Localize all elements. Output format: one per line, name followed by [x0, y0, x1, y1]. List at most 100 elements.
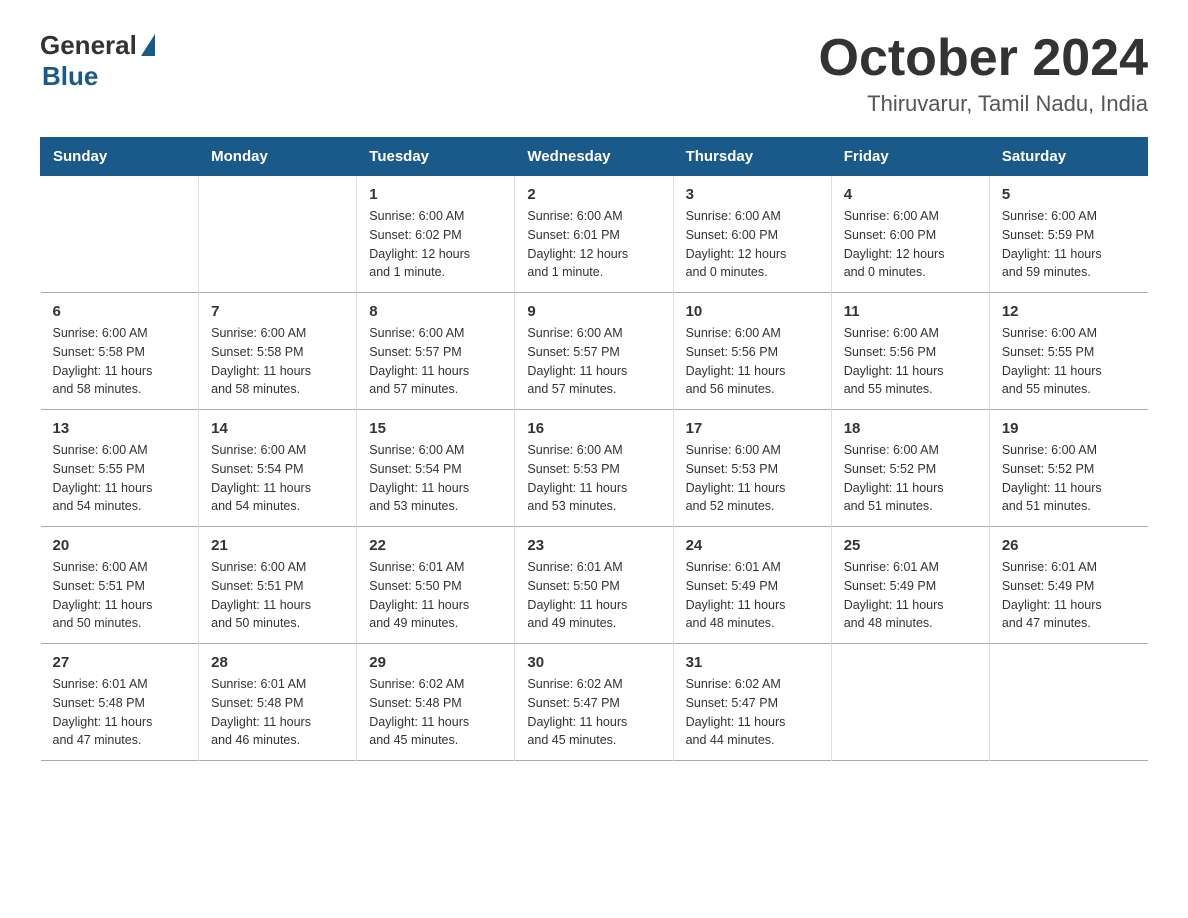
day-cell: 17 Sunrise: 6:00 AM Sunset: 5:53 PM Dayli…: [673, 410, 831, 527]
day-cell: [831, 644, 989, 761]
header-cell-thursday: Thursday: [673, 138, 831, 176]
day-cell: 7Sunrise: 6:00 AM Sunset: 5:58 PM Daylig…: [199, 293, 357, 410]
day-info: Sunrise: 6:00 AM Sunset: 5:54 PM Dayligh…: [369, 441, 502, 516]
day-info: Sunrise: 6:02 AM Sunset: 5:47 PM Dayligh…: [686, 675, 819, 750]
day-info: Sunrise: 6:00 AM Sunset: 5:51 PM Dayligh…: [53, 558, 187, 633]
month-title: October 2024: [819, 30, 1149, 87]
day-number: 29: [369, 654, 502, 671]
calendar-table: SundayMondayTuesdayWednesdayThursdayFrid…: [40, 137, 1148, 761]
day-cell: 9Sunrise: 6:00 AM Sunset: 5:57 PM Daylig…: [515, 293, 673, 410]
day-info: Sunrise: 6:00 AM Sunset: 5:51 PM Dayligh…: [211, 558, 344, 633]
calendar-body: 1 Sunrise: 6:00 AM Sunset: 6:02 PM Daylig…: [41, 176, 1148, 761]
day-cell: 2 Sunrise: 6:00 AM Sunset: 6:01 PM Daylig…: [515, 176, 673, 293]
day-cell: 10 Sunrise: 6:00 AM Sunset: 5:56 PM Dayli…: [673, 293, 831, 410]
day-cell: [989, 644, 1147, 761]
day-number: 12: [1002, 303, 1136, 320]
day-info: Sunrise: 6:00 AM Sunset: 5:56 PM Dayligh…: [686, 324, 819, 399]
day-cell: 8Sunrise: 6:00 AM Sunset: 5:57 PM Daylig…: [357, 293, 515, 410]
day-info: Sunrise: 6:01 AM Sunset: 5:50 PM Dayligh…: [369, 558, 502, 633]
day-info: Sunrise: 6:00 AM Sunset: 5:54 PM Dayligh…: [211, 441, 344, 516]
day-number: 17: [686, 420, 819, 437]
day-number: 31: [686, 654, 819, 671]
day-cell: 24Sunrise: 6:01 AM Sunset: 5:49 PM Dayli…: [673, 527, 831, 644]
day-number: 11: [844, 303, 977, 320]
day-info: Sunrise: 6:00 AM Sunset: 6:00 PM Dayligh…: [686, 207, 819, 282]
logo-blue-text: Blue: [42, 61, 98, 92]
calendar-header: SundayMondayTuesdayWednesdayThursdayFrid…: [41, 138, 1148, 176]
day-info: Sunrise: 6:00 AM Sunset: 5:56 PM Dayligh…: [844, 324, 977, 399]
week-row-1: 1 Sunrise: 6:00 AM Sunset: 6:02 PM Daylig…: [41, 176, 1148, 293]
day-number: 22: [369, 537, 502, 554]
day-info: Sunrise: 6:00 AM Sunset: 6:00 PM Dayligh…: [844, 207, 977, 282]
day-number: 5: [1002, 186, 1136, 203]
header-cell-friday: Friday: [831, 138, 989, 176]
day-number: 19: [1002, 420, 1136, 437]
header-cell-sunday: Sunday: [41, 138, 199, 176]
day-info: Sunrise: 6:01 AM Sunset: 5:50 PM Dayligh…: [527, 558, 660, 633]
day-cell: 3Sunrise: 6:00 AM Sunset: 6:00 PM Daylig…: [673, 176, 831, 293]
day-info: Sunrise: 6:00 AM Sunset: 6:01 PM Dayligh…: [527, 207, 660, 282]
week-row-3: 13Sunrise: 6:00 AM Sunset: 5:55 PM Dayli…: [41, 410, 1148, 527]
day-cell: 15 Sunrise: 6:00 AM Sunset: 5:54 PM Dayli…: [357, 410, 515, 527]
day-cell: 11 Sunrise: 6:00 AM Sunset: 5:56 PM Dayli…: [831, 293, 989, 410]
week-row-2: 6Sunrise: 6:00 AM Sunset: 5:58 PM Daylig…: [41, 293, 1148, 410]
day-number: 24: [686, 537, 819, 554]
day-info: Sunrise: 6:01 AM Sunset: 5:48 PM Dayligh…: [211, 675, 344, 750]
day-info: Sunrise: 6:02 AM Sunset: 5:48 PM Dayligh…: [369, 675, 502, 750]
day-number: 15: [369, 420, 502, 437]
day-number: 28: [211, 654, 344, 671]
day-cell: 26Sunrise: 6:01 AM Sunset: 5:49 PM Dayli…: [989, 527, 1147, 644]
day-number: 21: [211, 537, 344, 554]
logo-general-text: General: [40, 30, 137, 61]
day-info: Sunrise: 6:00 AM Sunset: 5:52 PM Dayligh…: [844, 441, 977, 516]
header-cell-tuesday: Tuesday: [357, 138, 515, 176]
title-area: October 2024 Thiruvarur, Tamil Nadu, Ind…: [819, 30, 1149, 117]
day-info: Sunrise: 6:00 AM Sunset: 5:57 PM Dayligh…: [527, 324, 660, 399]
day-info: Sunrise: 6:00 AM Sunset: 5:52 PM Dayligh…: [1002, 441, 1136, 516]
day-cell: 28 Sunrise: 6:01 AM Sunset: 5:48 PM Dayli…: [199, 644, 357, 761]
day-number: 27: [53, 654, 187, 671]
day-cell: 6Sunrise: 6:00 AM Sunset: 5:58 PM Daylig…: [41, 293, 199, 410]
logo: General Blue: [40, 30, 155, 92]
day-number: 16: [527, 420, 660, 437]
day-number: 13: [53, 420, 187, 437]
day-info: Sunrise: 6:00 AM Sunset: 5:53 PM Dayligh…: [686, 441, 819, 516]
day-cell: 22 Sunrise: 6:01 AM Sunset: 5:50 PM Dayli…: [357, 527, 515, 644]
day-cell: 5 Sunrise: 6:00 AM Sunset: 5:59 PM Daylig…: [989, 176, 1147, 293]
day-cell: 21 Sunrise: 6:00 AM Sunset: 5:51 PM Dayli…: [199, 527, 357, 644]
day-cell: 18Sunrise: 6:00 AM Sunset: 5:52 PM Dayli…: [831, 410, 989, 527]
day-cell: 20Sunrise: 6:00 AM Sunset: 5:51 PM Dayli…: [41, 527, 199, 644]
day-info: Sunrise: 6:00 AM Sunset: 6:02 PM Dayligh…: [369, 207, 502, 282]
day-cell: 29 Sunrise: 6:02 AM Sunset: 5:48 PM Dayli…: [357, 644, 515, 761]
day-info: Sunrise: 6:02 AM Sunset: 5:47 PM Dayligh…: [527, 675, 660, 750]
header-cell-wednesday: Wednesday: [515, 138, 673, 176]
day-info: Sunrise: 6:00 AM Sunset: 5:55 PM Dayligh…: [1002, 324, 1136, 399]
day-number: 1: [369, 186, 502, 203]
day-cell: [199, 176, 357, 293]
location-text: Thiruvarur, Tamil Nadu, India: [819, 91, 1149, 117]
logo-triangle-icon: [141, 34, 155, 56]
day-cell: 14Sunrise: 6:00 AM Sunset: 5:54 PM Dayli…: [199, 410, 357, 527]
day-cell: 1 Sunrise: 6:00 AM Sunset: 6:02 PM Daylig…: [357, 176, 515, 293]
day-info: Sunrise: 6:00 AM Sunset: 5:59 PM Dayligh…: [1002, 207, 1136, 282]
day-number: 4: [844, 186, 977, 203]
day-number: 23: [527, 537, 660, 554]
day-cell: 12 Sunrise: 6:00 AM Sunset: 5:55 PM Dayli…: [989, 293, 1147, 410]
day-number: 26: [1002, 537, 1136, 554]
day-info: Sunrise: 6:01 AM Sunset: 5:48 PM Dayligh…: [53, 675, 187, 750]
day-cell: [41, 176, 199, 293]
day-number: 7: [211, 303, 344, 320]
day-number: 6: [53, 303, 187, 320]
week-row-5: 27 Sunrise: 6:01 AM Sunset: 5:48 PM Dayli…: [41, 644, 1148, 761]
day-info: Sunrise: 6:01 AM Sunset: 5:49 PM Dayligh…: [844, 558, 977, 633]
day-number: 10: [686, 303, 819, 320]
header-cell-saturday: Saturday: [989, 138, 1147, 176]
page-header: General Blue October 2024 Thiruvarur, Ta…: [40, 30, 1148, 117]
day-cell: 13Sunrise: 6:00 AM Sunset: 5:55 PM Dayli…: [41, 410, 199, 527]
day-cell: 16Sunrise: 6:00 AM Sunset: 5:53 PM Dayli…: [515, 410, 673, 527]
day-cell: 31 Sunrise: 6:02 AM Sunset: 5:47 PM Dayli…: [673, 644, 831, 761]
day-cell: 27 Sunrise: 6:01 AM Sunset: 5:48 PM Dayli…: [41, 644, 199, 761]
day-cell: 30Sunrise: 6:02 AM Sunset: 5:47 PM Dayli…: [515, 644, 673, 761]
day-cell: 19 Sunrise: 6:00 AM Sunset: 5:52 PM Dayli…: [989, 410, 1147, 527]
day-number: 2: [527, 186, 660, 203]
